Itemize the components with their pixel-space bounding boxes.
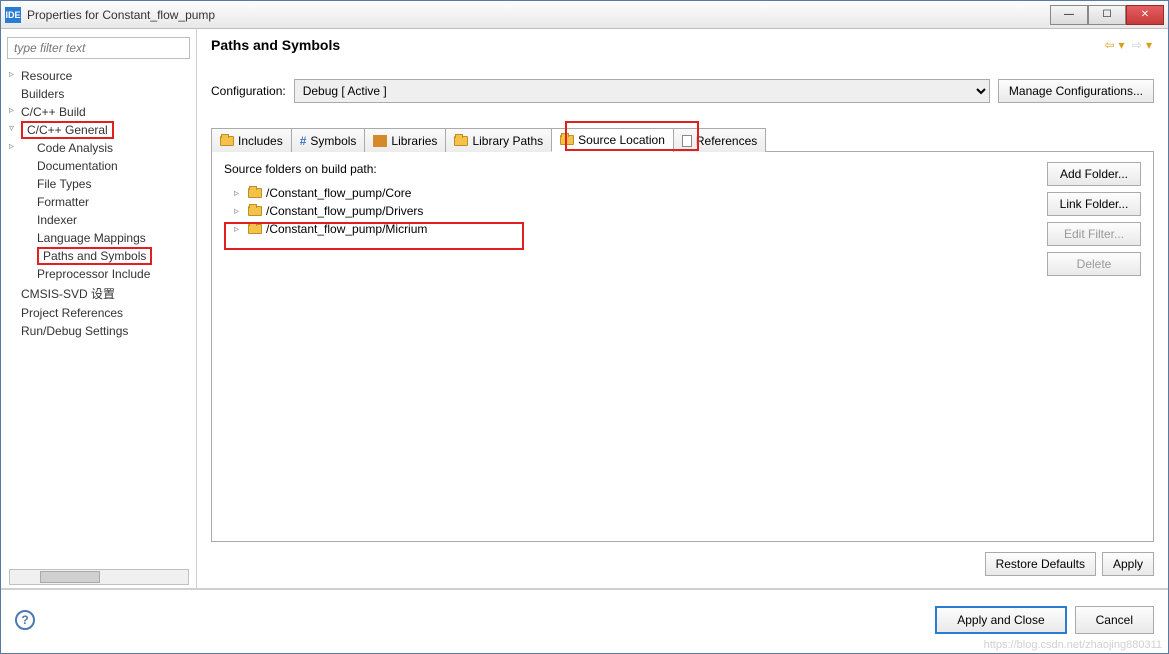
forward-menu-icon[interactable]: ▾ (1146, 38, 1152, 52)
filter-input[interactable] (7, 37, 190, 59)
source-folders-label: Source folders on build path: (224, 162, 1037, 176)
tree-code-analysis[interactable]: Code Analysis (7, 139, 190, 157)
navigation-tree-pane: Resource Builders C/C++ Build C/C++ Gene… (1, 29, 197, 588)
tree-proj-refs[interactable]: Project References (7, 304, 190, 322)
hash-icon: # (300, 134, 307, 148)
folder-icon (560, 135, 574, 145)
link-folder-button[interactable]: Link Folder... (1047, 192, 1141, 216)
titlebar: IDE Properties for Constant_flow_pump — … (1, 1, 1168, 29)
content-pane: Paths and Symbols ⇦ ▾ ⇨ ▾ Configuration: D… (197, 29, 1168, 588)
add-folder-button[interactable]: Add Folder... (1047, 162, 1141, 186)
tree-indexer[interactable]: Indexer (7, 211, 190, 229)
tab-library-paths[interactable]: Library Paths (445, 128, 552, 152)
source-item[interactable]: ▹/Constant_flow_pump/Micrium (224, 220, 1037, 238)
tab-bar: Includes #Symbols Libraries Library Path… (211, 127, 1154, 152)
tab-libraries[interactable]: Libraries (364, 128, 446, 152)
tree-cmsis[interactable]: CMSIS-SVD 设置 (7, 283, 190, 304)
watermark: https://blog.csdn.net/zhaojing880311 (984, 639, 1162, 651)
maximize-button[interactable]: ☐ (1088, 5, 1126, 25)
manage-config-button[interactable]: Manage Configurations... (998, 79, 1154, 103)
apply-and-close-button[interactable]: Apply and Close (935, 606, 1066, 634)
config-label: Configuration: (211, 84, 286, 98)
tree-lang-mappings[interactable]: Language Mappings (7, 229, 190, 247)
tree-scrollbar[interactable] (9, 569, 189, 585)
tree-preprocessor[interactable]: Preprocessor Include (7, 265, 190, 283)
edit-filter-button[interactable]: Edit Filter... (1047, 222, 1141, 246)
source-item[interactable]: ▹/Constant_flow_pump/Core (224, 184, 1037, 202)
back-arrow-icon[interactable]: ⇦ (1104, 38, 1114, 52)
book-icon (373, 135, 387, 147)
delete-button[interactable]: Delete (1047, 252, 1141, 276)
folder-icon (248, 206, 262, 216)
folder-icon (248, 224, 262, 234)
page-title: Paths and Symbols (211, 37, 1102, 53)
source-folders-list[interactable]: ▹/Constant_flow_pump/Core ▹/Constant_flo… (224, 184, 1037, 238)
tab-source-location[interactable]: Source Location (551, 128, 674, 152)
tree-ccgeneral[interactable]: C/C++ General (7, 121, 190, 139)
source-item[interactable]: ▹/Constant_flow_pump/Drivers (224, 202, 1037, 220)
tree-file-types[interactable]: File Types (7, 175, 190, 193)
scrollbar-thumb[interactable] (40, 571, 100, 583)
apply-button[interactable]: Apply (1102, 552, 1154, 576)
nav-arrows: ⇦ ▾ ⇨ ▾ (1102, 38, 1154, 52)
tree-builders[interactable]: Builders (7, 85, 190, 103)
doc-icon (682, 135, 692, 147)
tree-run-debug[interactable]: Run/Debug Settings (7, 322, 190, 340)
window-title: Properties for Constant_flow_pump (27, 8, 1050, 22)
restore-defaults-button[interactable]: Restore Defaults (985, 552, 1096, 576)
cancel-button[interactable]: Cancel (1075, 606, 1154, 634)
minimize-button[interactable]: — (1050, 5, 1088, 25)
config-select[interactable]: Debug [ Active ] (294, 79, 990, 103)
folder-icon (220, 136, 234, 146)
forward-arrow-icon[interactable]: ⇨ (1132, 38, 1142, 52)
folder-icon (248, 188, 262, 198)
help-icon[interactable]: ? (15, 610, 35, 630)
tree-resource[interactable]: Resource (7, 67, 190, 85)
tree-documentation[interactable]: Documentation (7, 157, 190, 175)
close-button[interactable]: ✕ (1126, 5, 1164, 25)
tab-symbols[interactable]: #Symbols (291, 128, 366, 152)
tab-references[interactable]: References (673, 128, 766, 152)
tree-paths-symbols[interactable]: Paths and Symbols (7, 247, 190, 265)
nav-tree: Resource Builders C/C++ Build C/C++ Gene… (7, 67, 190, 340)
tab-includes[interactable]: Includes (211, 128, 292, 152)
folder-icon (454, 136, 468, 146)
back-menu-icon[interactable]: ▾ (1119, 38, 1125, 52)
tree-ccbuild[interactable]: C/C++ Build (7, 103, 190, 121)
tree-formatter[interactable]: Formatter (7, 193, 190, 211)
ide-icon: IDE (5, 7, 21, 23)
